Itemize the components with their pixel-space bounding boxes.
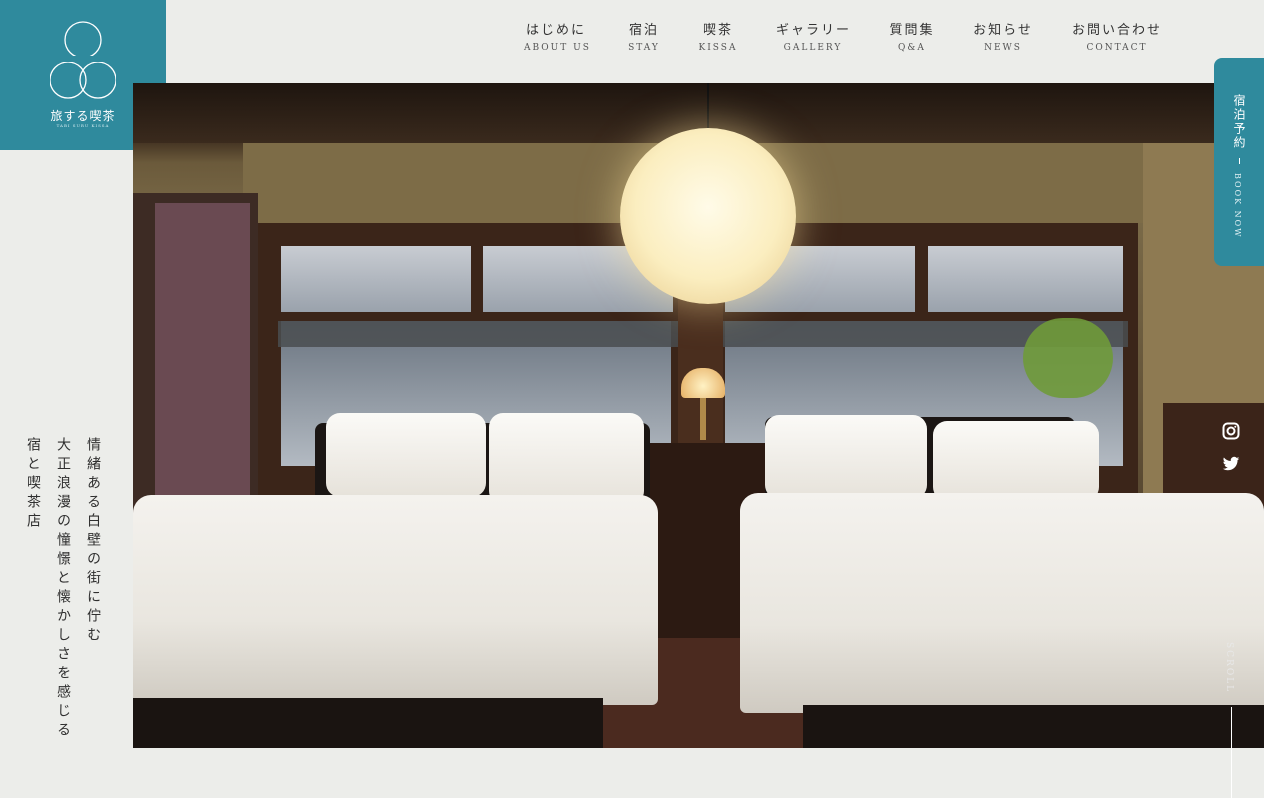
nav-label-jp: 質問集 <box>889 23 935 38</box>
pillow <box>489 413 644 505</box>
pillow <box>933 421 1099 501</box>
nav-label-jp: 喫茶 <box>702 23 733 38</box>
garden-plant <box>1023 318 1113 398</box>
scroll-indicator[interactable]: SCROLL <box>1224 642 1234 693</box>
book-now-button[interactable]: 宿泊予約 BOOK NOW <box>1214 58 1264 266</box>
nav-item-qa[interactable]: 質問集 Q&A <box>888 22 936 53</box>
nav-item-gallery[interactable]: ギャラリー GALLERY <box>776 22 850 53</box>
hero-copy-line: 大正浪漫の憧憬と懐かしさを感じる <box>55 437 71 741</box>
lamp-stem <box>700 398 706 440</box>
nav-item-kissa[interactable]: 喫茶 KISSA <box>696 22 740 53</box>
nav-item-contact[interactable]: お問い合わせ CONTACT <box>1072 22 1162 53</box>
book-now-label-jp: 宿泊予約 <box>1232 94 1246 150</box>
hero-copy-line: 情緒ある白壁の街に佇む <box>85 437 101 646</box>
bed-frame <box>803 705 1264 748</box>
divider <box>1239 158 1240 164</box>
nav-label-en: ABOUT US <box>524 43 591 53</box>
pillow <box>326 413 486 497</box>
nav-label-en: GALLERY <box>783 43 843 53</box>
lantern-cord <box>707 83 709 129</box>
hero-copy-line: 宿と喫茶店 <box>25 437 41 532</box>
transom-glass <box>928 246 1123 312</box>
book-now-label-en: BOOK NOW <box>1233 173 1242 239</box>
nav-label-jp: お知らせ <box>973 23 1033 38</box>
nav-label-en: Q&A <box>898 43 926 53</box>
transom-glass <box>281 246 471 312</box>
bed-frame <box>133 698 603 748</box>
instagram-icon[interactable] <box>1222 422 1240 440</box>
nav-label-en: NEWS <box>984 43 1022 53</box>
nav-item-about[interactable]: はじめに ABOUT US <box>524 22 591 53</box>
twitter-icon[interactable] <box>1222 455 1240 473</box>
pillow <box>765 415 927 499</box>
nav-label-jp: 宿泊 <box>628 23 659 38</box>
nav-label-jp: はじめに <box>525 23 586 38</box>
scroll-line <box>1231 707 1232 798</box>
table-lamp <box>681 368 725 398</box>
paper-lantern <box>620 128 796 304</box>
logo-mark-icon <box>50 21 116 99</box>
hero-photo <box>133 83 1264 748</box>
nav-label-en: CONTACT <box>1086 43 1148 53</box>
bed-left <box>133 495 658 705</box>
nav-label-en: KISSA <box>698 43 738 53</box>
nav-item-news[interactable]: お知らせ NEWS <box>972 22 1034 53</box>
bed-right <box>740 493 1264 713</box>
nav-item-stay[interactable]: 宿泊 STAY <box>624 22 664 53</box>
nav-label-jp: お問い合わせ <box>1072 23 1163 38</box>
nav-label-en: STAY <box>628 43 660 53</box>
nav-label-jp: ギャラリー <box>776 23 852 38</box>
